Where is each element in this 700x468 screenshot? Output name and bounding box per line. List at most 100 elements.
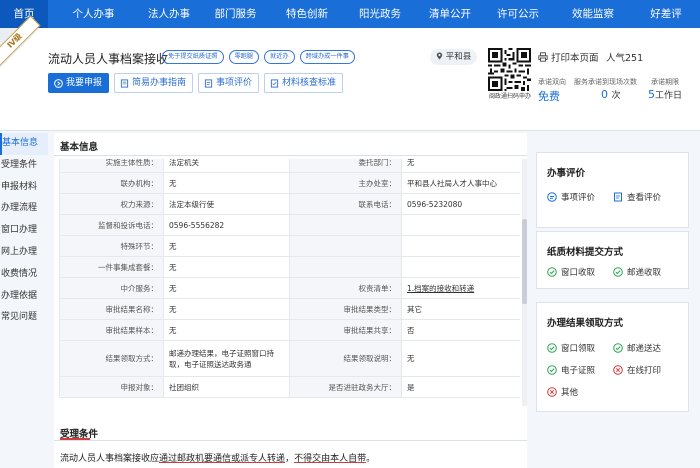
table-row: 联办机构： 无 主办处室： 平和县人社局人才人事中心 — [59, 172, 520, 194]
field-label: 实施主体性质： — [59, 159, 164, 173]
field-label: 结果领取说明： — [289, 340, 402, 377]
print-button[interactable]: 打印本页面 — [538, 50, 599, 64]
stat-deadline-unit: 工作日 — [655, 91, 683, 101]
field-label-text: 一件事集成套餐： — [98, 262, 158, 272]
field-label: 一件事集成套餐： — [59, 256, 164, 278]
field-label: 结果领取方式： — [59, 340, 164, 377]
field-label: 审批结果共享： — [289, 319, 402, 341]
option-e-certificate: 电子证照 — [547, 364, 595, 376]
table-scrollbar[interactable] — [522, 159, 527, 406]
field-label-text: 联系电话： — [358, 199, 397, 209]
field-label-text: 审批结果类型： — [343, 304, 397, 314]
option-label: 其他 — [561, 388, 579, 398]
card-title: 办理结果领取方式 — [547, 318, 624, 329]
sidebar-item-faq[interactable]: 常见问题 — [0, 307, 48, 329]
field-value: 法定本级行使 — [163, 193, 290, 215]
stat-label-deadline: 承诺期限 — [651, 78, 679, 86]
sidebar-item-basis[interactable]: 办理依据 — [0, 286, 48, 308]
field-value-text: 平和县人社局人才人事中心 — [407, 178, 497, 188]
table-row: 结果领取方式： 邮递办理结果，电子证照窗口持取，电子证照送达政务通 结果领取说明： 无 — [59, 340, 520, 377]
nav-item-department[interactable]: 部门服务 — [199, 0, 272, 28]
field-label: 联系电话： — [289, 193, 402, 215]
field-value: 无 — [401, 159, 520, 173]
apply-button[interactable]: 我要申报 — [48, 73, 110, 93]
guide-label: 简易办事指南 — [132, 78, 187, 88]
card-title: 纸质材料提交方式 — [547, 247, 624, 258]
scrollbar-thumb[interactable] — [522, 219, 527, 304]
field-label-text: 权责清单： — [358, 283, 397, 293]
sidebar-item-online[interactable]: 网上办理 — [0, 242, 48, 264]
field-label-text: 是否进驻政务大厅： — [328, 382, 397, 392]
responsibility-link[interactable]: 1.档案的接收和转递 — [407, 284, 474, 293]
option-other: 其他 — [547, 386, 578, 398]
section-title-basic-info: 基本信息 — [60, 142, 99, 153]
nav-item-legal[interactable]: 法人办事 — [139, 0, 199, 28]
option-mail-collect: 邮递收取 — [613, 266, 661, 278]
info-table-viewport[interactable]: 实施主体性质： 法定机关 委托部门：无联办机构：无主办处室： 平和县人社局人才人事中心… — [59, 159, 520, 406]
nav-item-personal[interactable]: 个人办事 — [48, 0, 139, 28]
field-value-text: 0596-5556282 — [169, 220, 225, 230]
field-label-text: 审批结果样本： — [105, 325, 159, 335]
popularity-count: 人气251 — [606, 53, 644, 64]
field-value-text: 法定机关 — [169, 159, 199, 167]
guide-button[interactable]: 简易办事指南 — [114, 73, 194, 93]
field-value[interactable]: 1.档案的接收和转递 — [401, 277, 520, 299]
field-label: 权责清单： — [289, 277, 402, 299]
evaluate-button[interactable]: 事项评价 — [198, 73, 260, 93]
field-label-text: 监督和投诉电话： — [98, 220, 158, 230]
item-evaluate-link[interactable]: 事项评价 — [547, 191, 595, 203]
field-value-text: 社团组织 — [169, 382, 199, 392]
field-value-text: 邮递办理结果，电子证照窗口持取，电子证照送达政务通 — [169, 348, 274, 369]
field-value: 无 — [163, 172, 290, 194]
sidebar-item-materials[interactable]: 申报材料 — [0, 177, 48, 199]
condition-part-underlined: 通过邮政机要通信 — [159, 454, 232, 464]
sidebar-item-fees[interactable]: 收费情况 — [0, 264, 48, 286]
option-label: 邮递送达 — [627, 344, 662, 354]
tag-no-paper[interactable]: 免于提交纸质证照 — [162, 50, 224, 64]
field-value: 无 — [163, 298, 290, 320]
printer-icon — [538, 52, 548, 62]
materials-standard-button[interactable]: 材料核查标准 — [264, 73, 344, 93]
nav-item-rating[interactable]: 好差评 — [632, 0, 700, 28]
field-label: 审批结果类型： — [289, 298, 402, 320]
view-evaluations-link[interactable]: 查看评价 — [613, 191, 661, 203]
nav-item-government[interactable]: 阳光政务 — [342, 0, 418, 28]
condition-text: 流动人员人事档案接收应通过邮政机要通信或派专人转递，不得交由本人自带。 — [60, 451, 375, 464]
nav-item-license[interactable]: 许可公示 — [482, 0, 554, 28]
field-value-text: 是 — [407, 382, 415, 392]
nav-item-efficiency[interactable]: 效能监察 — [554, 0, 632, 28]
field-label-text: 委托部门： — [358, 159, 397, 167]
condition-part: 。 — [366, 454, 376, 464]
tag-zero-trip[interactable]: 零跑腿 — [228, 50, 260, 64]
field-label — [289, 235, 402, 257]
nav-item-lists[interactable]: 清单公开 — [418, 0, 482, 28]
field-value: 社团组织 — [163, 376, 290, 398]
tag-nearby[interactable]: 就近办 — [264, 50, 295, 64]
nav-item-innovation[interactable]: 特色创新 — [272, 0, 342, 28]
stat-label-fee: 承诺双向 — [538, 78, 566, 86]
tag-cross-region[interactable]: 跨域办成一件事 — [299, 50, 355, 64]
sidebar-item-basic-info[interactable]: 基本信息 — [0, 133, 48, 155]
field-value — [401, 214, 520, 236]
evaluate-icon — [547, 192, 557, 202]
field-value: 法定机关 — [163, 159, 290, 173]
top-nav: 首页 个人办事 法人办事 部门服务 特色创新 阳光政务 清单公开 许可公示 效能… — [0, 0, 700, 28]
field-value-text: 其它 — [407, 304, 422, 314]
view-evaluations-label: 查看评价 — [627, 193, 662, 203]
field-value: 无 — [401, 340, 520, 377]
sidebar-item-process[interactable]: 办理流程 — [0, 198, 48, 220]
field-value: 无 — [163, 277, 290, 299]
sidebar-item-window[interactable]: 窗口办理 — [0, 220, 48, 242]
location-badge[interactable]: 平和县 — [430, 49, 478, 65]
sidebar-item-conditions[interactable]: 受理条件 — [0, 155, 48, 177]
condition-part: 流动人员人事档案接收应 — [60, 454, 160, 464]
qr-caption: 闽政通扫码申办 — [488, 93, 531, 100]
field-label: 特殊环节： — [59, 235, 164, 257]
divider — [54, 440, 527, 441]
stat-label-visits: 服务承诺到现场次数 — [574, 78, 637, 86]
option-online-print: 在线打印 — [613, 364, 661, 376]
item-header: Ⅳ级 流动人员人事档案接收 免于提交纸质证照 零跑腿 就近办 跨域办成一件事 我… — [0, 15, 700, 131]
table-row: 申报对象： 社团组织 是否进驻政务大厅： 是 — [59, 376, 520, 398]
field-label-text: 结果领取说明： — [343, 354, 397, 363]
checklist-icon — [270, 78, 279, 88]
